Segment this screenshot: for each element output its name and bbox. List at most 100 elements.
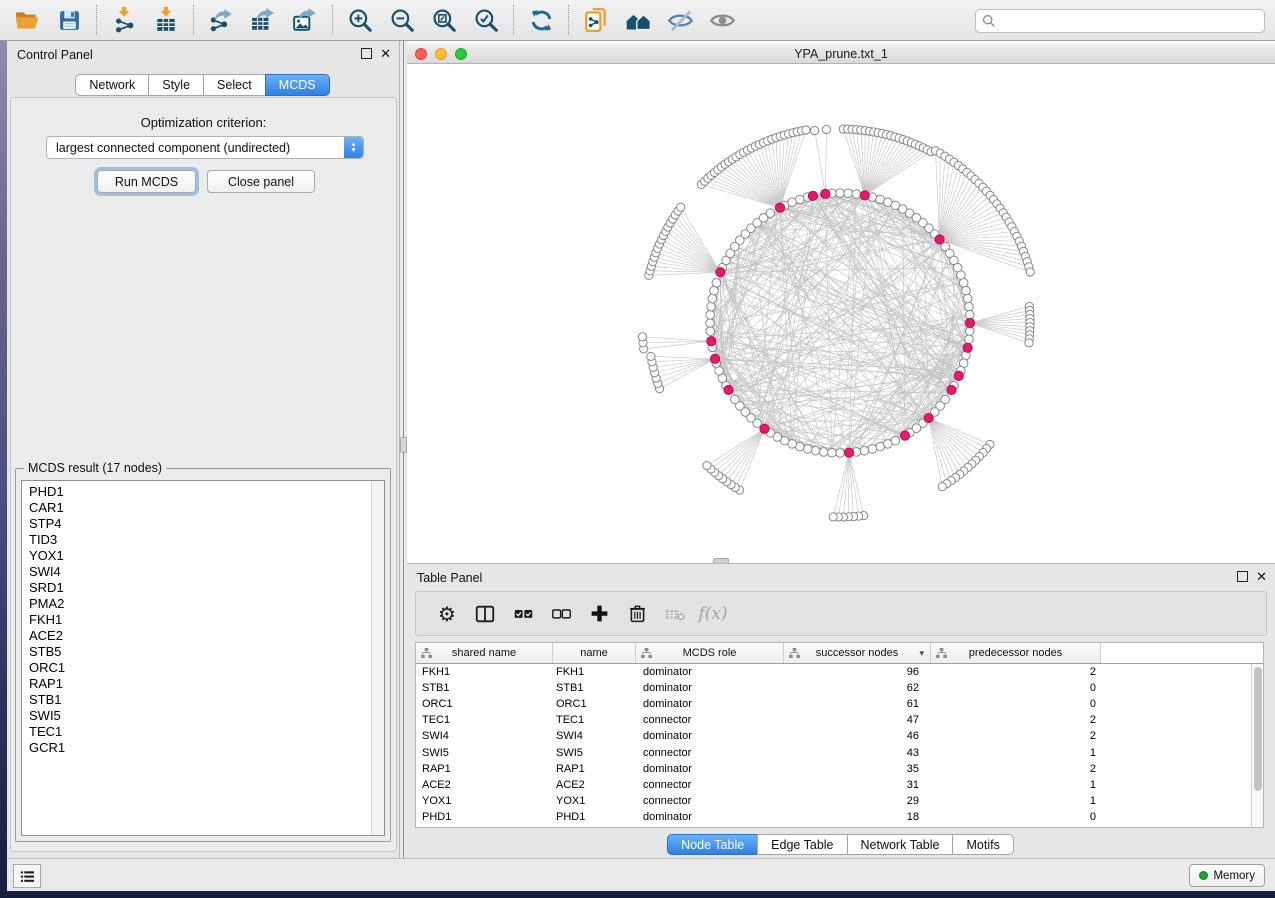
mcds-node[interactable]	[710, 354, 719, 363]
table-scrollbar-thumb[interactable]	[1254, 667, 1262, 791]
column-header-mcds-role[interactable]: MCDS role	[636, 643, 784, 663]
mcds-result-item[interactable]: ACE2	[22, 628, 384, 644]
mcds-result-item[interactable]: RAP1	[22, 676, 384, 692]
close-panel-button[interactable]: Close panel	[207, 170, 315, 193]
network-node[interactable]	[965, 327, 974, 336]
network-node[interactable]	[965, 335, 974, 344]
table-scrollbar[interactable]	[1251, 664, 1263, 827]
refresh-view-button[interactable]	[520, 2, 562, 38]
network-node[interactable]	[703, 462, 711, 470]
network-node[interactable]	[803, 445, 812, 454]
network-node[interactable]	[802, 126, 810, 134]
network-node[interactable]	[1026, 268, 1034, 276]
network-node[interactable]	[706, 319, 715, 328]
tab-select[interactable]: Select	[203, 74, 266, 96]
mcds-result-item[interactable]: STB5	[22, 644, 384, 660]
network-window-titlebar[interactable]: YPA_prune.txt_1	[407, 44, 1275, 64]
mcds-result-item[interactable]: PMA2	[22, 596, 384, 612]
mcds-result-item[interactable]: STB1	[22, 692, 384, 708]
import-network-button[interactable]	[103, 2, 145, 38]
export-table-button[interactable]	[242, 2, 284, 38]
network-node[interactable]	[829, 513, 837, 521]
network-node[interactable]	[811, 446, 820, 455]
splitter-handle[interactable]	[400, 437, 407, 453]
mcds-node[interactable]	[900, 431, 909, 440]
search-input[interactable]	[996, 11, 1264, 31]
mcds-node[interactable]	[860, 191, 869, 200]
mcds-node[interactable]	[965, 318, 974, 327]
mcds-result-item[interactable]: CAR1	[22, 500, 384, 516]
minimize-window-icon[interactable]	[435, 48, 447, 60]
network-node[interactable]	[836, 189, 845, 198]
network-node[interactable]	[731, 395, 740, 404]
mcds-node[interactable]	[707, 336, 716, 345]
network-node[interactable]	[938, 483, 946, 491]
run-mcds-button[interactable]: Run MCDS	[97, 170, 196, 193]
network-node[interactable]	[965, 302, 974, 311]
network-node[interactable]	[766, 209, 775, 218]
export-image-button[interactable]	[284, 2, 326, 38]
save-session-button[interactable]	[48, 2, 90, 38]
network-node[interactable]	[959, 279, 968, 288]
network-node[interactable]	[706, 327, 715, 336]
mcds-node[interactable]	[821, 189, 830, 198]
network-node[interactable]	[796, 195, 805, 204]
network-node[interactable]	[706, 311, 715, 320]
mcds-node[interactable]	[808, 191, 817, 200]
table-options-button[interactable]: ⚙	[428, 596, 466, 632]
network-node[interactable]	[836, 449, 845, 458]
tab-mcds[interactable]: MCDS	[265, 74, 330, 96]
table-row[interactable]: TEC1TEC1connector472	[416, 712, 1263, 728]
search-field[interactable]	[975, 9, 1265, 33]
select-all-button[interactable]	[504, 596, 542, 632]
criterion-dropdown[interactable]: largest connected component (undirected)…	[46, 136, 364, 159]
table-row[interactable]: STB1STB1dominator620	[416, 680, 1263, 696]
first-neighbors-button[interactable]	[617, 2, 659, 38]
table-row[interactable]: ACE2ACE2connector311	[416, 777, 1263, 793]
zoom-in-button[interactable]	[339, 2, 381, 38]
network-node[interactable]	[965, 311, 974, 320]
network-node[interactable]	[707, 302, 716, 311]
zoom-selected-button[interactable]	[465, 2, 507, 38]
mcds-result-item[interactable]: SWI4	[22, 564, 384, 580]
close-window-icon[interactable]	[415, 48, 427, 60]
duplicate-network-button[interactable]	[575, 2, 617, 38]
zoom-fit-button[interactable]	[423, 2, 465, 38]
maximize-window-icon[interactable]	[455, 48, 467, 60]
table-row[interactable]: PHD1PHD1dominator180	[416, 809, 1263, 825]
mcds-result-item[interactable]: TEC1	[22, 724, 384, 740]
export-network-button[interactable]	[200, 2, 242, 38]
delete-column-button[interactable]	[618, 596, 656, 632]
network-node[interactable]	[712, 279, 721, 288]
mcds-node[interactable]	[716, 268, 725, 277]
close-panel-icon[interactable]: ✕	[1256, 571, 1267, 582]
mcds-node[interactable]	[947, 385, 956, 394]
tab-node-table[interactable]: Node Table	[667, 834, 758, 855]
mcds-node[interactable]	[954, 371, 963, 380]
mcds-node[interactable]	[963, 343, 972, 352]
mcds-result-item[interactable]: YOX1	[22, 548, 384, 564]
network-node[interactable]	[868, 445, 877, 454]
network-node[interactable]	[710, 286, 719, 295]
tab-motifs[interactable]: Motifs	[952, 834, 1013, 855]
table-row[interactable]: RAP1RAP1dominator352	[416, 761, 1263, 777]
column-header-predecessor-nodes[interactable]: predecessor nodes	[931, 643, 1101, 663]
network-node[interactable]	[860, 446, 869, 455]
mcds-node[interactable]	[760, 424, 769, 433]
mcds-result-item[interactable]: SWI5	[22, 708, 384, 724]
mcds-node[interactable]	[924, 413, 933, 422]
tab-style[interactable]: Style	[148, 74, 204, 96]
mcds-result-item[interactable]: ORC1	[22, 660, 384, 676]
memory-button[interactable]: Memory	[1189, 864, 1265, 887]
mcds-result-item[interactable]: STP4	[22, 516, 384, 532]
result-list-scrollbar[interactable]	[371, 481, 384, 835]
import-table-button[interactable]	[145, 2, 187, 38]
mcds-result-item[interactable]: PHD1	[22, 484, 384, 500]
close-panel-icon[interactable]: ✕	[380, 48, 391, 59]
zoom-out-button[interactable]	[381, 2, 423, 38]
mcds-node[interactable]	[724, 385, 733, 394]
network-node[interactable]	[638, 333, 646, 341]
network-node[interactable]	[852, 190, 861, 199]
network-node[interactable]	[828, 448, 837, 457]
table-row[interactable]: SWI4SWI4dominator462	[416, 728, 1263, 744]
